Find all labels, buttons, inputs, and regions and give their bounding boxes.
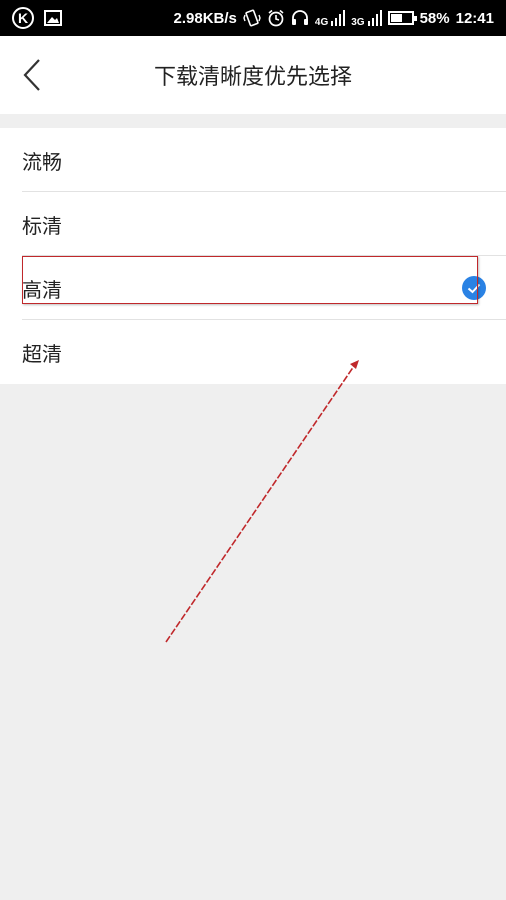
battery-percent: 58% xyxy=(419,9,450,27)
check-circle-icon xyxy=(462,276,486,300)
network-speed: 2.98KB/s xyxy=(173,9,237,27)
network-3g-label: 3G xyxy=(351,17,365,28)
option-row-smooth[interactable]: 流畅 xyxy=(0,128,506,192)
battery-fill xyxy=(390,14,403,22)
alarm-icon xyxy=(268,9,284,27)
network-4g-label: 4G xyxy=(314,17,329,28)
option-label: 流畅 xyxy=(22,149,62,174)
clock: 12:41 xyxy=(455,9,494,27)
signal-3g-icon xyxy=(367,10,382,26)
signal-4g-icon xyxy=(331,10,346,26)
vibrate-icon xyxy=(243,9,261,27)
status-bar: K 2.98KB/s 4G 3G 58% 12:41 xyxy=(0,0,506,36)
option-label: 超清 xyxy=(22,341,62,366)
screen: K 2.98KB/s 4G 3G 58% 12:41 下载清晰度优先选择 流畅 … xyxy=(0,0,506,900)
option-row-ultra[interactable]: 超清 xyxy=(0,320,506,384)
page-title: 下载清晰度优先选择 xyxy=(153,65,352,90)
k-app-icon: K xyxy=(12,7,34,29)
headset-icon xyxy=(291,10,308,25)
battery-icon xyxy=(387,11,417,25)
option-row-high[interactable]: 高清 xyxy=(0,256,506,320)
resolution-option-list: 流畅 标清 高清 超清 xyxy=(0,128,506,384)
option-label: 标清 xyxy=(22,213,62,238)
title-bar: 下载清晰度优先选择 xyxy=(0,36,506,114)
option-row-standard[interactable]: 标清 xyxy=(0,192,506,256)
option-label: 高清 xyxy=(22,277,62,302)
image-notification-icon xyxy=(44,10,62,26)
